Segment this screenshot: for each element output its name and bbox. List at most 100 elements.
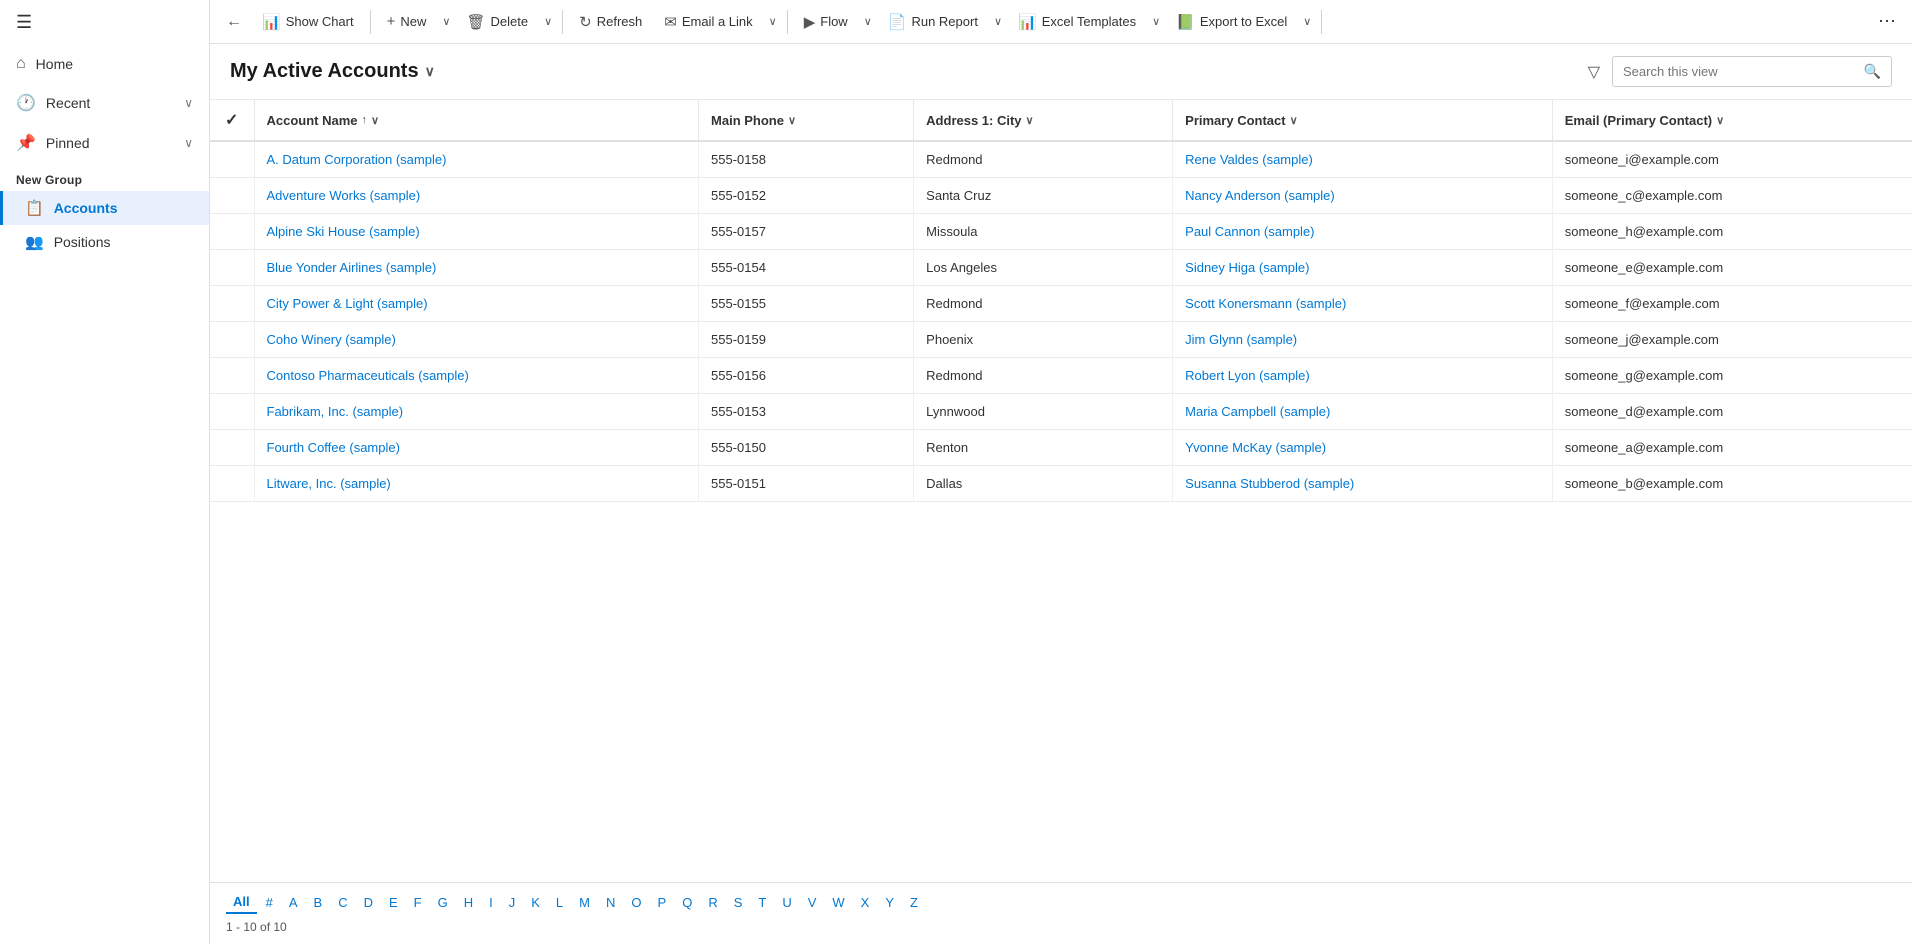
flow-dropdown-button[interactable]: ∨	[860, 10, 876, 33]
row-checkbox[interactable]	[210, 466, 254, 502]
alpha-nav-btn[interactable]: P	[651, 892, 674, 913]
row-checkbox[interactable]	[210, 178, 254, 214]
col-account-name[interactable]: Account Name ↑ ∨	[254, 100, 699, 141]
alpha-nav-btn[interactable]: K	[524, 892, 547, 913]
city-filter-icon[interactable]: ∨	[1026, 114, 1034, 127]
contact-filter-icon[interactable]: ∨	[1290, 114, 1298, 127]
alpha-nav-btn[interactable]: F	[407, 892, 429, 913]
export-excel-dropdown-button[interactable]: ∨	[1299, 10, 1315, 33]
filter-dropdown-icon[interactable]: ∨	[371, 114, 379, 127]
excel-templates-button[interactable]: 📊 Excel Templates	[1008, 8, 1146, 36]
sidebar-item-positions[interactable]: 👥 Positions	[0, 225, 209, 259]
filter-icon[interactable]: ▽	[1584, 58, 1604, 86]
row-checkbox[interactable]	[210, 214, 254, 250]
alpha-nav-btn[interactable]: N	[599, 892, 622, 913]
search-input[interactable]	[1613, 58, 1854, 85]
alpha-nav-btn[interactable]: #	[259, 892, 280, 913]
row-checkbox[interactable]	[210, 141, 254, 178]
run-report-button[interactable]: 📄 Run Report	[878, 8, 988, 36]
col-main-phone[interactable]: Main Phone ∨	[699, 100, 914, 141]
select-all-checkbox[interactable]: ✓	[210, 100, 254, 141]
alpha-nav-btn[interactable]: E	[382, 892, 405, 913]
account-name-link[interactable]: Adventure Works (sample)	[267, 188, 421, 203]
alpha-nav-btn[interactable]: L	[549, 892, 570, 913]
alpha-nav-btn[interactable]: X	[854, 892, 877, 913]
account-name-link[interactable]: Blue Yonder Airlines (sample)	[267, 260, 437, 275]
more-options-button[interactable]: ⋯	[1870, 6, 1904, 37]
contact-link[interactable]: Robert Lyon (sample)	[1185, 368, 1310, 383]
row-checkbox[interactable]	[210, 286, 254, 322]
row-checkbox[interactable]	[210, 394, 254, 430]
alpha-nav-btn[interactable]: I	[482, 892, 500, 913]
alpha-nav-btn[interactable]: Y	[878, 892, 901, 913]
sidebar-home-label: Home	[36, 56, 73, 72]
col-primary-contact[interactable]: Primary Contact ∨	[1173, 100, 1553, 141]
alpha-nav-btn[interactable]: D	[357, 892, 380, 913]
contact-link[interactable]: Nancy Anderson (sample)	[1185, 188, 1335, 203]
alpha-nav-btn[interactable]: G	[431, 892, 455, 913]
alpha-nav-btn[interactable]: O	[624, 892, 648, 913]
alpha-nav-btn[interactable]: S	[727, 892, 750, 913]
delete-button[interactable]: 🗑 Delete	[456, 8, 538, 36]
contact-link[interactable]: Jim Glynn (sample)	[1185, 332, 1297, 347]
accounts-icon: 📋	[25, 199, 44, 217]
row-checkbox[interactable]	[210, 322, 254, 358]
account-name-link[interactable]: Fourth Coffee (sample)	[267, 440, 400, 455]
hamburger-button[interactable]: ☰	[0, 0, 209, 45]
contact-link[interactable]: Susanna Stubberod (sample)	[1185, 476, 1354, 491]
account-name-link[interactable]: Alpine Ski House (sample)	[267, 224, 420, 239]
sidebar-item-home[interactable]: ⌂ Home	[0, 45, 209, 83]
account-name-link[interactable]: A. Datum Corporation (sample)	[267, 152, 447, 167]
phone-filter-icon[interactable]: ∨	[788, 114, 796, 127]
alpha-nav-btn[interactable]: T	[751, 892, 773, 913]
row-checkbox[interactable]	[210, 358, 254, 394]
new-dropdown-button[interactable]: ∨	[438, 10, 454, 33]
alpha-nav-btn[interactable]: All	[226, 891, 257, 914]
export-excel-button[interactable]: 📗 Export to Excel	[1166, 8, 1297, 36]
back-button[interactable]: ←	[218, 8, 250, 36]
account-name-link[interactable]: Contoso Pharmaceuticals (sample)	[267, 368, 469, 383]
alpha-nav-btn[interactable]: R	[701, 892, 724, 913]
contact-link[interactable]: Scott Konersmann (sample)	[1185, 296, 1346, 311]
sidebar-item-accounts[interactable]: 📋 Accounts	[0, 191, 209, 225]
account-name-link[interactable]: Fabrikam, Inc. (sample)	[267, 404, 404, 419]
alpha-nav-btn[interactable]: M	[572, 892, 597, 913]
alpha-nav-btn[interactable]: B	[307, 892, 330, 913]
email-link-button[interactable]: ✉ Email a Link	[654, 8, 762, 36]
email-filter-icon[interactable]: ∨	[1716, 114, 1724, 127]
new-button[interactable]: + New	[377, 8, 437, 35]
row-checkbox[interactable]	[210, 430, 254, 466]
sidebar-item-recent[interactable]: 🕐 Recent ∨	[0, 83, 209, 123]
email-link-dropdown-button[interactable]: ∨	[765, 10, 781, 33]
delete-dropdown-button[interactable]: ∨	[540, 10, 556, 33]
alpha-nav-btn[interactable]: V	[801, 892, 824, 913]
alpha-nav-btn[interactable]: H	[457, 892, 480, 913]
alpha-nav-btn[interactable]: J	[502, 892, 523, 913]
alpha-nav-btn[interactable]: Z	[903, 892, 925, 913]
row-checkbox[interactable]	[210, 250, 254, 286]
sidebar-item-pinned[interactable]: 📌 Pinned ∨	[0, 123, 209, 163]
view-title-dropdown-button[interactable]: ∨	[425, 63, 435, 80]
contact-link[interactable]: Paul Cannon (sample)	[1185, 224, 1314, 239]
alpha-nav-btn[interactable]: C	[331, 892, 354, 913]
account-name-link[interactable]: Litware, Inc. (sample)	[267, 476, 391, 491]
show-chart-button[interactable]: 📊 Show Chart	[252, 8, 364, 36]
account-name-link[interactable]: Coho Winery (sample)	[267, 332, 396, 347]
search-button[interactable]: 🔍	[1854, 57, 1891, 86]
alpha-nav-btn[interactable]: U	[775, 892, 798, 913]
run-report-dropdown-button[interactable]: ∨	[990, 10, 1006, 33]
alpha-nav-btn[interactable]: W	[825, 892, 851, 913]
excel-templates-dropdown-button[interactable]: ∨	[1148, 10, 1164, 33]
contact-link[interactable]: Maria Campbell (sample)	[1185, 404, 1330, 419]
contact-link[interactable]: Yvonne McKay (sample)	[1185, 440, 1326, 455]
flow-button[interactable]: ▶ Flow	[794, 8, 858, 36]
excel-templates-icon: 📊	[1018, 13, 1037, 31]
refresh-button[interactable]: ↻ Refresh	[569, 8, 652, 36]
col-email[interactable]: Email (Primary Contact) ∨	[1552, 100, 1912, 141]
alpha-nav-btn[interactable]: Q	[675, 892, 699, 913]
contact-link[interactable]: Sidney Higa (sample)	[1185, 260, 1309, 275]
contact-link[interactable]: Rene Valdes (sample)	[1185, 152, 1313, 167]
col-city[interactable]: Address 1: City ∨	[914, 100, 1173, 141]
account-name-link[interactable]: City Power & Light (sample)	[267, 296, 428, 311]
alpha-nav-btn[interactable]: A	[282, 892, 305, 913]
